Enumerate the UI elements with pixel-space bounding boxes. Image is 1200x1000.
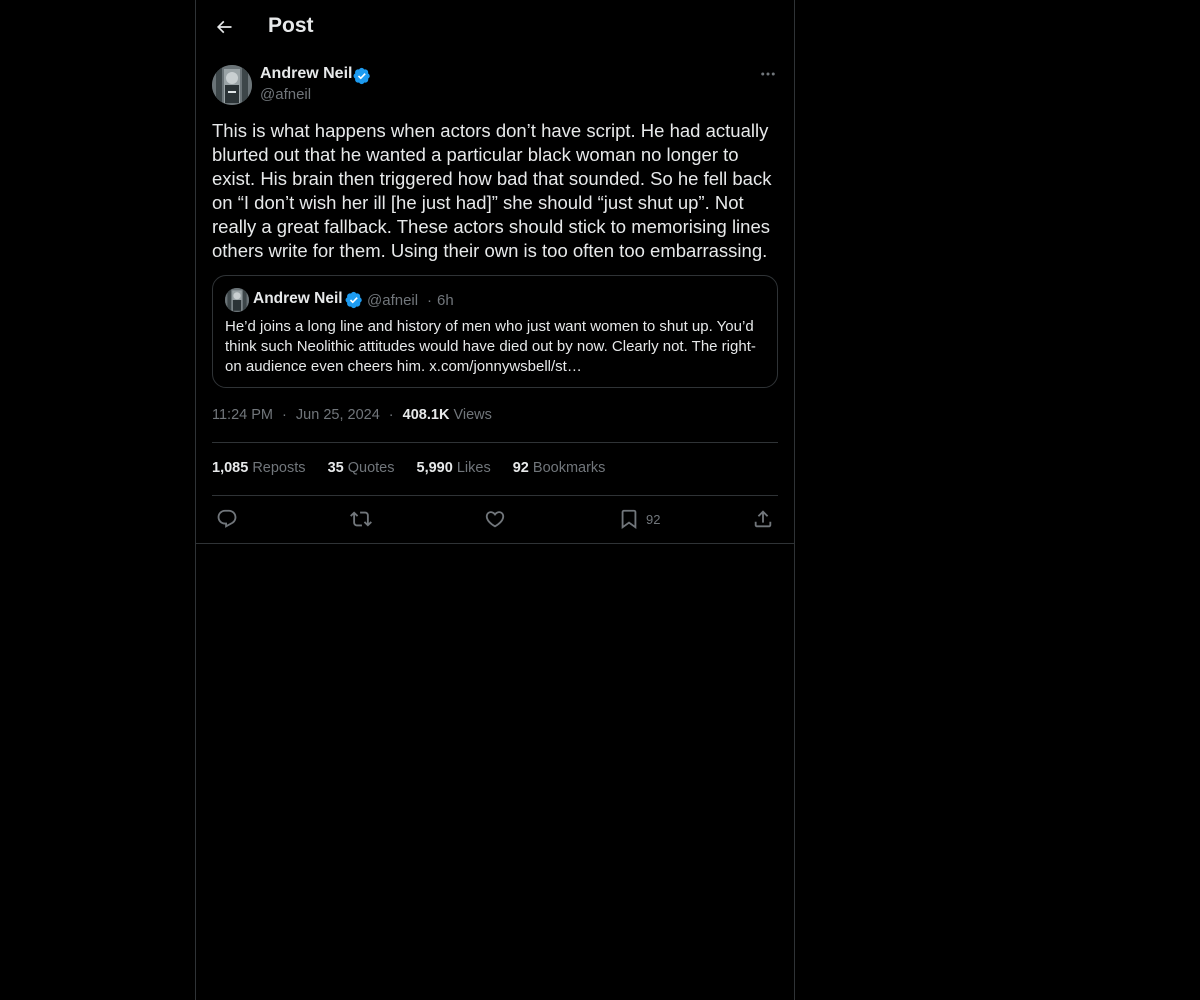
arrow-left-icon: [216, 20, 232, 34]
post: Andrew Neil @afneil This is what happens…: [212, 64, 778, 530]
quotes-count: 35: [327, 460, 344, 476]
post-meta: 11:24 PM · Jun 25, 2024 · 408.1K Views: [212, 407, 492, 423]
reply-button[interactable]: [216, 504, 238, 534]
separator-dot: ·: [388, 407, 394, 423]
post-date[interactable]: Jun 25, 2024: [296, 407, 380, 423]
bookmark-icon: [621, 509, 637, 530]
avatar[interactable]: [212, 65, 252, 105]
separator-dot: ·: [282, 407, 287, 423]
likes-count: 5,990: [416, 460, 453, 476]
divider: [212, 442, 778, 443]
heart-icon: [485, 511, 505, 528]
likes-label: Likes: [456, 460, 491, 476]
bookmarks-label: Bookmarks: [532, 460, 606, 476]
page-header: Post: [196, 0, 794, 54]
reposts-stat[interactable]: 1,085 Reposts: [212, 460, 306, 476]
divider: [196, 543, 794, 544]
quoted-post-age: 6h: [437, 292, 454, 309]
engagement-stats: 1,085 Reposts 35 Quotes 5,990 Likes 92 B…: [212, 460, 623, 476]
more-horizontal-icon: [761, 72, 775, 76]
likes-stat[interactable]: 5,990 Likes: [417, 460, 491, 476]
reply-icon: [217, 509, 237, 528]
back-button[interactable]: [208, 11, 240, 43]
quotes-stat[interactable]: 35 Quotes: [328, 460, 395, 476]
main-column: Post Andrew Neil @afneil This is what ha…: [195, 0, 795, 1000]
more-options-button[interactable]: [758, 64, 778, 84]
separator-dot: ·: [427, 292, 432, 309]
post-author-row: Andrew Neil @afneil: [212, 64, 778, 108]
bookmarks-count: 92: [512, 460, 529, 476]
views-label: Views: [453, 407, 492, 423]
share-icon: [754, 510, 772, 528]
quoted-author-name: Andrew Neil: [253, 290, 343, 307]
verified-badge-icon: [353, 67, 370, 85]
page-title: Post: [268, 14, 314, 37]
post-time[interactable]: 11:24 PM: [212, 407, 273, 423]
share-button[interactable]: [752, 504, 774, 534]
author-handle[interactable]: @afneil: [260, 86, 311, 103]
post-text: This is what happens when actors don’t h…: [212, 120, 772, 261]
bookmark-count: 92: [646, 511, 661, 527]
bookmark-button[interactable]: 92: [618, 504, 660, 534]
bookmarks-stat[interactable]: 92 Bookmarks: [513, 460, 606, 476]
quoted-author-handle: @afneil: [367, 292, 419, 309]
quoted-avatar: [225, 288, 249, 312]
quotes-label: Quotes: [347, 460, 395, 476]
author-name[interactable]: Andrew Neil: [260, 65, 352, 83]
quoted-post-text: He’d joins a long line and history of me…: [225, 318, 756, 375]
repost-icon: [350, 511, 372, 527]
reposts-label: Reposts: [252, 460, 306, 476]
divider: [212, 495, 778, 496]
like-button[interactable]: [484, 504, 506, 534]
views-count: 408.1K: [402, 407, 450, 423]
quoted-post[interactable]: Andrew Neil @afneil · 6h He’d joins a lo…: [212, 275, 778, 388]
reposts-count: 1,085: [212, 460, 249, 476]
action-bar: 92: [212, 504, 778, 534]
repost-button[interactable]: [350, 504, 372, 534]
verified-badge-icon: [345, 291, 362, 309]
